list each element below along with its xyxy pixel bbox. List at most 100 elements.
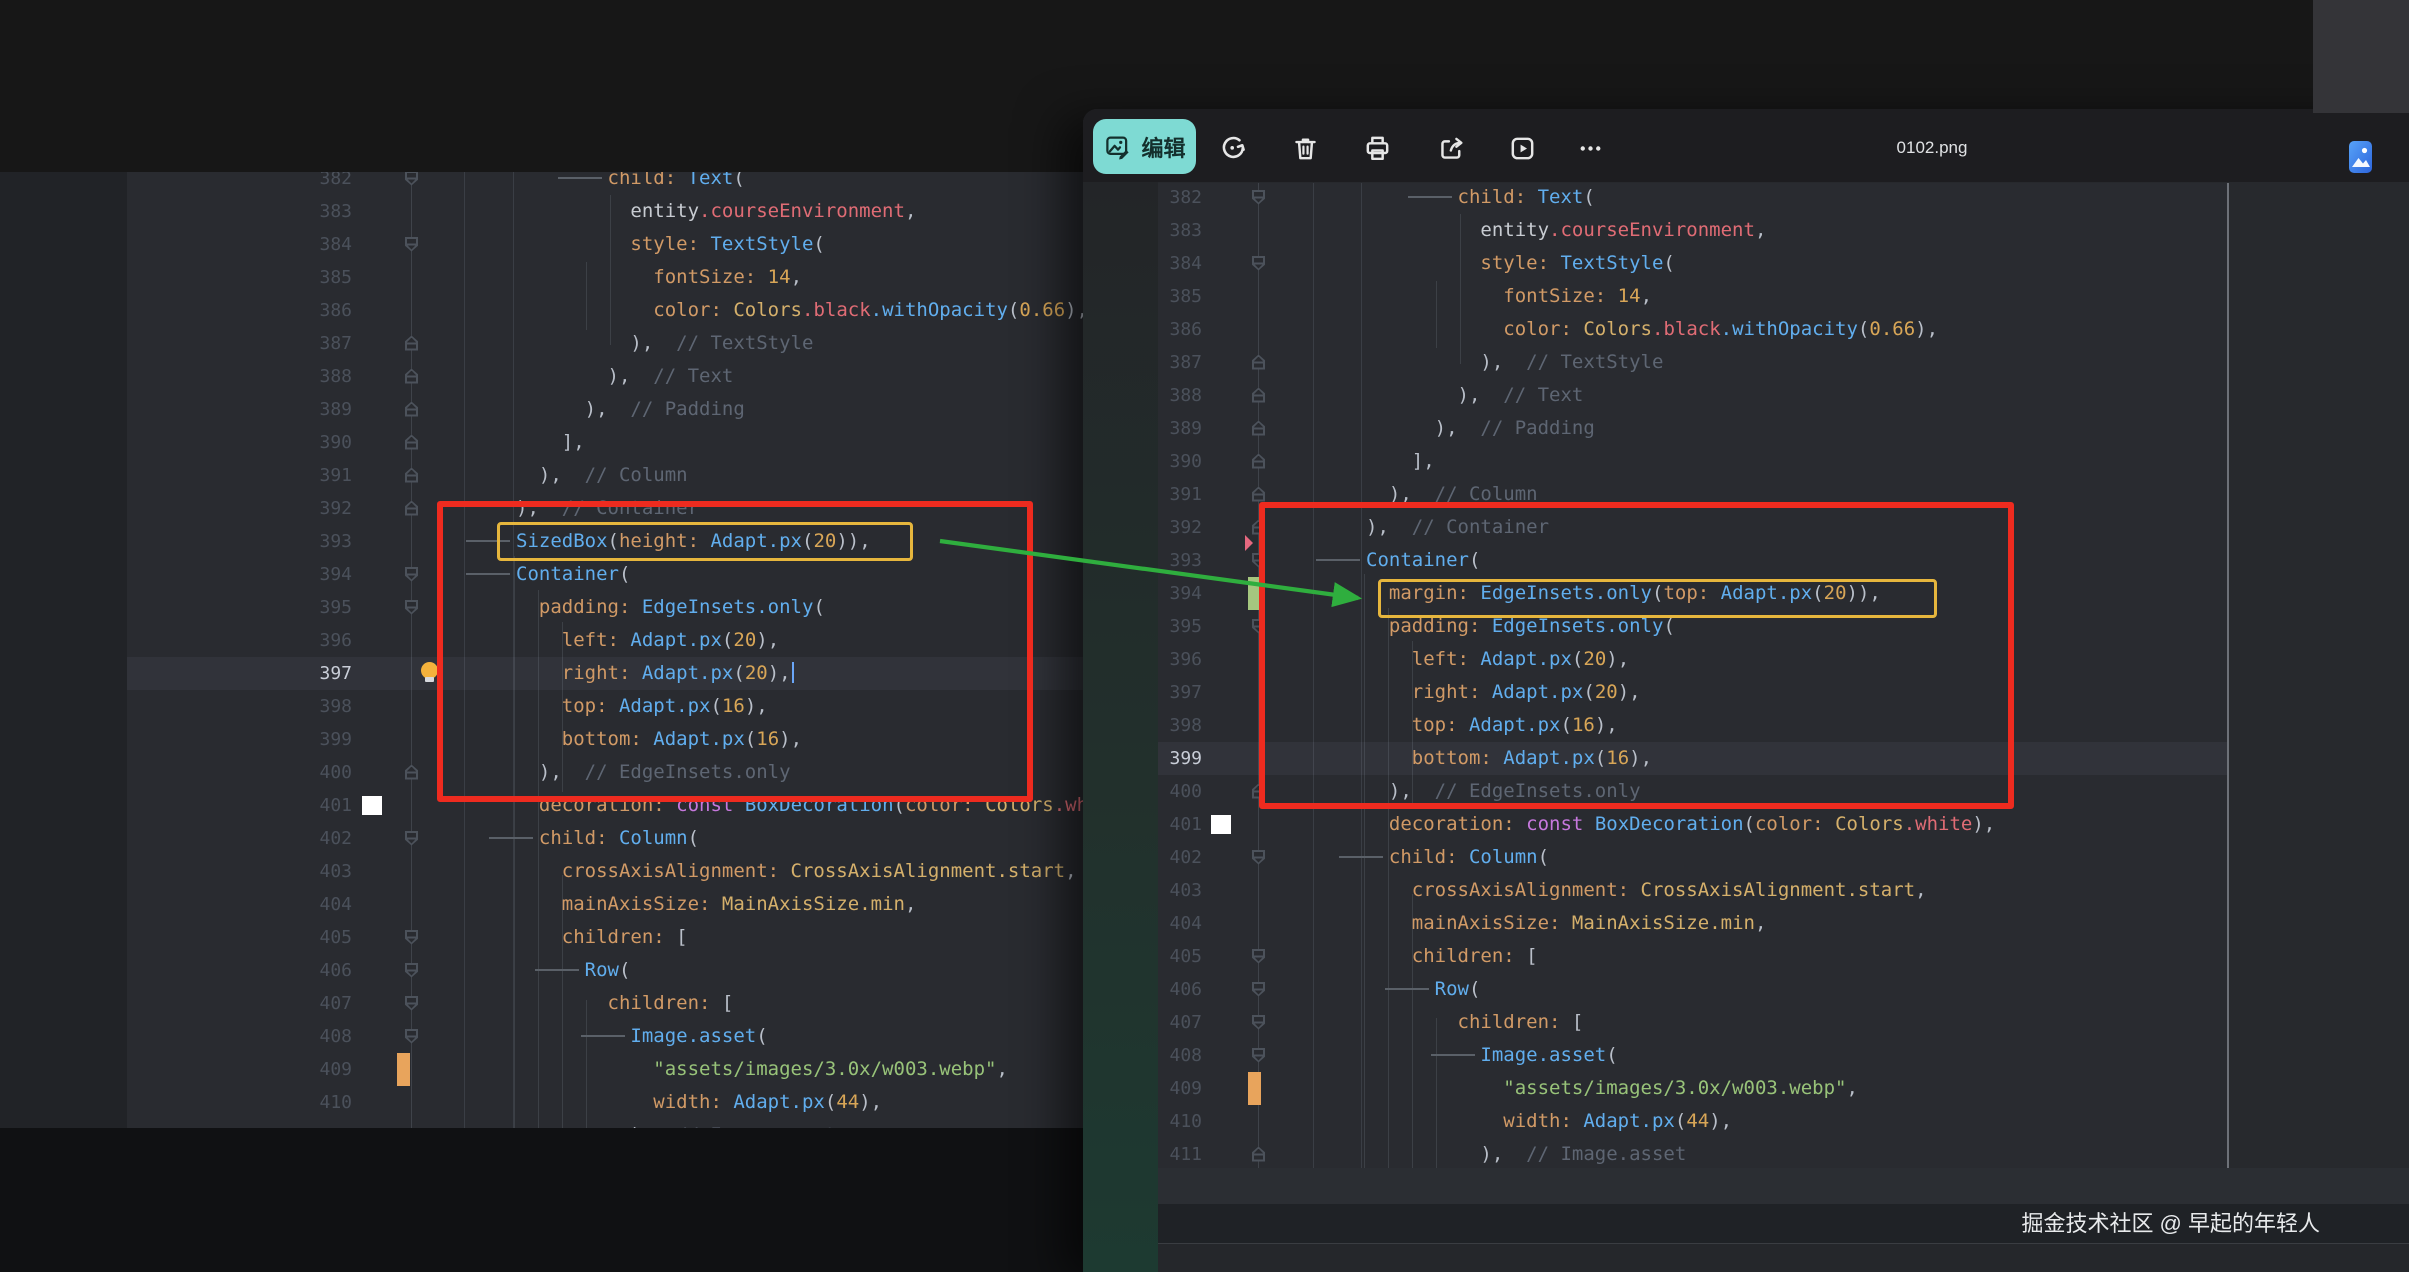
line-number[interactable]: 408 (1158, 1039, 1202, 1072)
code-line[interactable]: crossAxisAlignment: CrossAxisAlignment.s… (1366, 874, 1927, 907)
line-number[interactable]: 409 (272, 1053, 352, 1086)
code-line[interactable]: Row( (1366, 973, 1480, 1006)
code-line[interactable]: ), // TextStyle (516, 327, 813, 360)
code-line[interactable]: ), // Padding (1366, 412, 1595, 445)
code-line[interactable]: ], (1366, 445, 1435, 478)
line-number[interactable]: 396 (272, 624, 352, 657)
code-line[interactable]: ), // Column (516, 459, 688, 492)
share-button[interactable] (1434, 131, 1468, 165)
code-line[interactable]: entity.courseEnvironment, (1366, 214, 1766, 247)
code-line[interactable]: ), // Image.asset (1366, 1138, 1686, 1169)
fold-toggle-icon[interactable] (1252, 421, 1265, 436)
line-number[interactable]: 403 (1158, 874, 1202, 907)
line-number[interactable]: 399 (1158, 742, 1202, 775)
code-line[interactable]: crossAxisAlignment: CrossAxisAlignment.s… (516, 855, 1077, 888)
line-number[interactable]: 402 (1158, 841, 1202, 874)
photo-thumbnail-icon[interactable] (2349, 141, 2372, 173)
code-line[interactable]: "assets/images/3.0x/w003.webp", (516, 1053, 1008, 1086)
line-number[interactable]: 410 (272, 1086, 352, 1119)
intention-lightbulb-icon[interactable] (421, 662, 438, 679)
line-number[interactable]: 397 (272, 657, 352, 690)
line-number[interactable]: 401 (1158, 808, 1202, 841)
rotate-button[interactable] (1216, 131, 1250, 165)
code-line[interactable]: ], (516, 426, 585, 459)
line-number[interactable]: 393 (272, 525, 352, 558)
line-number[interactable]: 405 (272, 921, 352, 954)
fold-toggle-icon[interactable] (1252, 454, 1265, 469)
fold-toggle-icon[interactable] (1252, 1147, 1265, 1162)
code-line[interactable]: decoration: const BoxDecoration(color: C… (1366, 808, 1995, 841)
code-line[interactable]: ), // Text (516, 360, 733, 393)
line-number[interactable]: 390 (1158, 445, 1202, 478)
fold-toggle-icon[interactable] (405, 468, 418, 483)
fold-toggle-icon[interactable] (405, 963, 418, 978)
line-number[interactable]: 406 (1158, 973, 1202, 1006)
delete-button[interactable] (1288, 131, 1322, 165)
fold-toggle-icon[interactable] (405, 501, 418, 516)
line-number[interactable]: 398 (1158, 709, 1202, 742)
code-line[interactable]: width: Adapt.px(44), (516, 1086, 882, 1119)
line-number[interactable]: 411 (272, 1119, 352, 1129)
more-button[interactable] (1573, 131, 1607, 165)
fold-toggle-icon[interactable] (1252, 982, 1265, 997)
line-number[interactable]: 394 (272, 558, 352, 591)
code-line[interactable]: children: [ (1366, 940, 1538, 973)
video-button[interactable] (1505, 131, 1539, 165)
line-number[interactable]: 397 (1158, 676, 1202, 709)
code-line[interactable]: Image.asset( (1366, 1039, 1618, 1072)
line-number[interactable]: 388 (272, 360, 352, 393)
line-number[interactable]: 391 (272, 459, 352, 492)
fold-toggle-icon[interactable] (1252, 1048, 1265, 1063)
code-line[interactable]: Row( (516, 954, 630, 987)
line-number[interactable]: 384 (1158, 247, 1202, 280)
line-number[interactable]: 387 (1158, 346, 1202, 379)
line-number[interactable]: 407 (1158, 1006, 1202, 1039)
code-line[interactable]: "assets/images/3.0x/w003.webp", (1366, 1072, 1858, 1105)
fold-toggle-icon[interactable] (405, 600, 418, 615)
line-number[interactable]: 383 (272, 195, 352, 228)
fold-toggle-icon[interactable] (405, 369, 418, 384)
code-line[interactable]: child: Column( (516, 822, 699, 855)
line-number[interactable]: 388 (1158, 379, 1202, 412)
line-number[interactable]: 382 (272, 172, 352, 195)
code-line[interactable]: children: [ (516, 987, 733, 1020)
line-number[interactable]: 396 (1158, 643, 1202, 676)
fold-toggle-icon[interactable] (405, 435, 418, 450)
fold-toggle-icon[interactable] (405, 172, 418, 186)
line-number[interactable]: 408 (272, 1020, 352, 1053)
fold-toggle-icon[interactable] (1252, 388, 1265, 403)
line-number[interactable]: 387 (272, 327, 352, 360)
line-number[interactable]: 389 (1158, 412, 1202, 445)
fold-toggle-icon[interactable] (405, 1128, 418, 1129)
line-number[interactable]: 410 (1158, 1105, 1202, 1138)
fold-toggle-icon[interactable] (405, 237, 418, 252)
fold-toggle-icon[interactable] (405, 402, 418, 417)
line-number[interactable]: 404 (1158, 907, 1202, 940)
line-number[interactable]: 400 (272, 756, 352, 789)
line-number[interactable]: 383 (1158, 214, 1202, 247)
line-number[interactable]: 409 (1158, 1072, 1202, 1105)
line-number[interactable]: 403 (272, 855, 352, 888)
code-line[interactable]: color: Colors.black.withOpacity(0.66), (1366, 313, 1938, 346)
line-number[interactable]: 384 (272, 228, 352, 261)
line-number[interactable]: 391 (1158, 478, 1202, 511)
code-line[interactable]: children: [ (1366, 1006, 1583, 1039)
code-line[interactable]: ), // Text (1366, 379, 1583, 412)
line-number[interactable]: 411 (1158, 1138, 1202, 1169)
line-number[interactable]: 395 (272, 591, 352, 624)
fold-toggle-icon[interactable] (405, 831, 418, 846)
line-number[interactable]: 386 (272, 294, 352, 327)
line-number[interactable]: 393 (1158, 544, 1202, 577)
fold-toggle-icon[interactable] (1252, 850, 1265, 865)
fold-toggle-icon[interactable] (405, 765, 418, 780)
line-number[interactable]: 392 (1158, 511, 1202, 544)
code-line[interactable]: children: [ (516, 921, 688, 954)
line-number[interactable]: 395 (1158, 610, 1202, 643)
fold-toggle-icon[interactable] (1252, 256, 1265, 271)
code-line[interactable]: Image.asset( (516, 1020, 768, 1053)
line-number[interactable]: 389 (272, 393, 352, 426)
code-line[interactable]: child: Column( (1366, 841, 1549, 874)
line-number[interactable]: 392 (272, 492, 352, 525)
fold-toggle-icon[interactable] (405, 567, 418, 582)
code-line[interactable]: color: Colors.black.withOpacity(0.66), (516, 294, 1083, 327)
